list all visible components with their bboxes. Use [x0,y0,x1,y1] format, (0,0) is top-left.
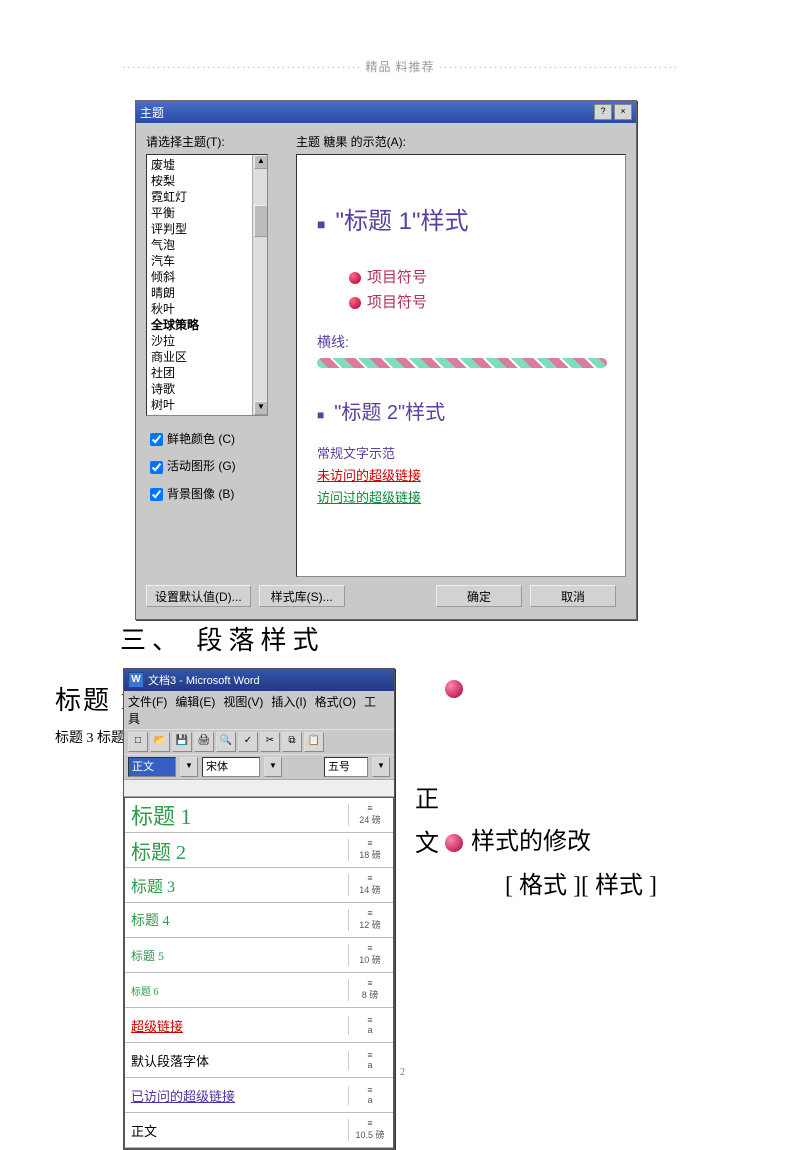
font-dropdown-button[interactable]: ▼ [264,757,282,777]
preview-heading2: ■"标题 2"样式 [317,396,607,425]
cancel-button[interactable]: 取消 [530,585,616,607]
word-toolbar[interactable]: □ 📂 💾 🖨 🔍 ✓ ✂ ⧉ 📋 [124,729,394,754]
open-button[interactable]: 📂 [150,732,170,752]
theme-list-item[interactable]: 商业区 [149,349,250,365]
style-list-item[interactable]: 超级链接≡a [125,1008,393,1043]
dialog-title: 主题 [140,104,164,121]
size-dropdown-button[interactable]: ▼ [372,757,390,777]
style-selector[interactable]: 正文 [128,757,176,777]
word-icon: W [128,672,144,688]
menu-item[interactable]: 文件(F) [128,695,167,709]
theme-list-item[interactable]: 平衡 [149,205,250,221]
active-graphics-checkbox[interactable]: 活动图形 (G) [146,457,286,476]
menu-path: [ 格式 ][ 样式 ] [505,864,795,908]
rose-bullet-icon [445,834,463,852]
style-gallery-button[interactable]: 样式库(S)... [259,585,345,607]
font-selector[interactable]: 宋体 [202,757,260,777]
preview-hr-label: 横线: [317,332,607,352]
word-ruler[interactable] [124,779,394,797]
menu-item[interactable]: 编辑(E) [175,695,215,709]
style-list-item[interactable]: 标题 4≡12 磅 [125,903,393,938]
list-scrollbar[interactable]: ▲▼ [252,155,267,415]
close-button[interactable]: × [614,104,632,120]
word-format-toolbar[interactable]: 正文 ▼ 宋体 ▼ 五号 ▼ [124,754,394,779]
preview-label: 主题 糖果 的示范(A): [296,133,626,150]
word-window: W文档3 - Microsoft Word 文件(F) 编辑(E) 视图(V) 插入(… [123,668,395,1150]
save-button[interactable]: 💾 [172,732,192,752]
style-list-item[interactable]: 默认段落字体≡a [125,1043,393,1078]
help-button[interactable]: ? [594,104,612,120]
body-text-label: 正文 [415,778,439,866]
set-default-button[interactable]: 设置默认值(D)... [146,585,251,607]
menu-item[interactable]: 格式(O) [315,695,356,709]
section-heading: 三、 段落样式 [120,620,325,657]
theme-dialog: 主题 ? × 请选择主题(T): 废墟桉梨霓虹灯平衡评判型气泡汽车倾斜晴朗秋叶全… [135,100,637,620]
page-header: ········································… [0,58,800,75]
cut-button[interactable]: ✂ [260,732,280,752]
preview-heading1: ■"标题 1"样式 [317,201,607,236]
preview-bullet: 项目符号 [349,266,607,287]
vivid-colors-checkbox[interactable]: 鲜艳颜色 (C) [146,430,286,449]
spell-button[interactable]: ✓ [238,732,258,752]
paste-button[interactable]: 📋 [304,732,324,752]
theme-list-item[interactable]: 废墟 [149,157,250,173]
preview-regular-text: 常规文字示范 [317,443,607,465]
theme-list-item[interactable]: 秋叶 [149,301,250,317]
style-dropdown-button[interactable]: ▼ [180,757,198,777]
select-theme-label: 请选择主题(T): [146,133,286,150]
theme-list-item[interactable]: 晴朗 [149,285,250,301]
theme-list-item[interactable]: 霓虹灯 [149,189,250,205]
theme-list-item[interactable]: 全球策略 [149,317,250,333]
preview-bullet: 项目符号 [349,291,607,312]
theme-list-item[interactable]: 气泡 [149,237,250,253]
theme-list-item[interactable]: 汽车 [149,253,250,269]
style-list-item[interactable]: 标题 5≡10 磅 [125,938,393,973]
style-list-item[interactable]: 标题 2≡18 磅 [125,833,393,868]
theme-list-item[interactable]: 数码 [149,413,250,416]
theme-list-item[interactable]: 诗歌 [149,381,250,397]
theme-listbox[interactable]: 废墟桉梨霓虹灯平衡评判型气泡汽车倾斜晴朗秋叶全球策略沙拉商业区社团诗歌树叶数码丝… [146,154,268,416]
preview-button[interactable]: 🔍 [216,732,236,752]
word-titlebar[interactable]: W文档3 - Microsoft Word [124,669,394,691]
menu-item[interactable]: 视图(V) [223,695,263,709]
preview-unvisited-link: 未访问的超级链接 [317,465,607,487]
print-button[interactable]: 🖨 [194,732,214,752]
ok-button[interactable]: 确定 [436,585,522,607]
theme-list-item[interactable]: 沙拉 [149,333,250,349]
theme-list-item[interactable]: 社团 [149,365,250,381]
word-menubar[interactable]: 文件(F)编辑(E)视图(V)插入(I)格式(O)工具 [124,691,394,729]
style-list-item[interactable]: 正文≡10.5 磅 [125,1113,393,1148]
word-title: 文档3 - Microsoft Word [148,672,260,688]
size-selector[interactable]: 五号 [324,757,368,777]
style-list-item[interactable]: 已访问的超级链接≡a [125,1078,393,1113]
styles-dropdown[interactable]: 标题 1≡24 磅标题 2≡18 磅标题 3≡14 磅标题 4≡12 磅标题 5… [124,797,394,1149]
theme-list-item[interactable]: 树叶 [149,397,250,413]
style-list-item[interactable]: 标题 6≡8 磅 [125,973,393,1008]
theme-list-item[interactable]: 倾斜 [149,269,250,285]
menu-item[interactable]: 插入(I) [271,695,306,709]
style-list-item[interactable]: 标题 3≡14 磅 [125,868,393,903]
theme-list-item[interactable]: 评判型 [149,221,250,237]
theme-list-item[interactable]: 桉梨 [149,173,250,189]
bg-image-checkbox[interactable]: 背景图像 (B) [146,485,286,504]
style-list-item[interactable]: 标题 1≡24 磅 [125,798,393,833]
dialog-titlebar[interactable]: 主题 ? × [136,101,636,123]
theme-preview: ■"标题 1"样式 项目符号 项目符号 横线: ■"标题 2"样式 常规文字示范… [296,154,626,577]
rose-bullet-icon [445,680,463,698]
copy-button[interactable]: ⧉ [282,732,302,752]
header-text: 精品 料推荐 [365,60,434,74]
preview-visited-link: 访问过的超级链接 [317,487,607,509]
preview-divider [317,358,607,368]
modify-style-label: 样式的修改 [471,829,591,855]
page-number: 2 [400,1067,405,1078]
new-button[interactable]: □ [128,732,148,752]
